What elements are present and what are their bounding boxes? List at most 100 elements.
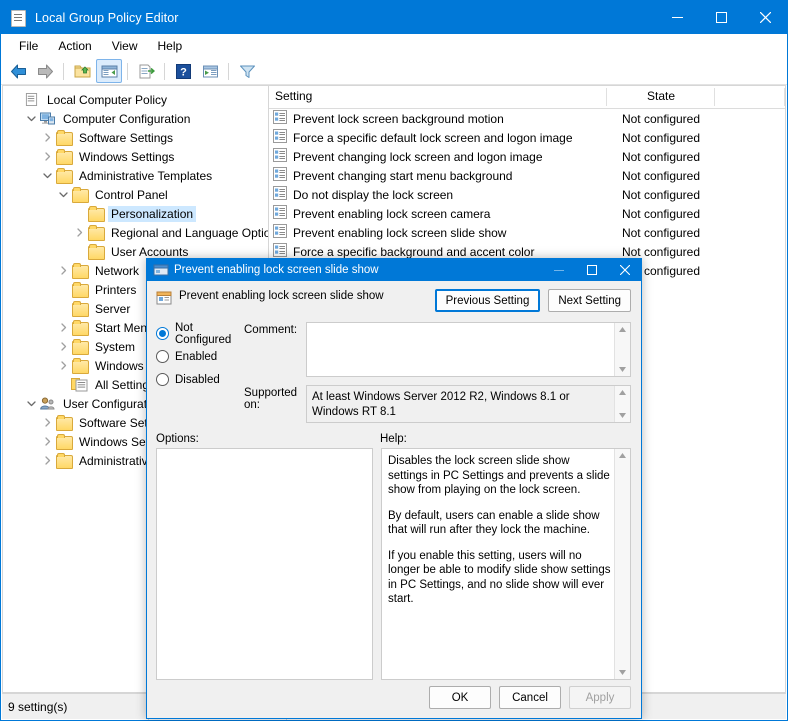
chevron-right-icon[interactable] [55,339,71,355]
settings-list-row[interactable]: Prevent lock screen background motionNot… [269,109,785,128]
setting-name-cell: Prevent changing lock screen and logon i… [269,148,607,165]
apply-button: Apply [569,686,631,709]
chevron-down-icon[interactable] [23,396,39,412]
column-header-comment[interactable] [715,86,785,108]
tree-spacer [55,377,71,393]
user-icon [39,396,56,412]
policy-setting-icon [156,290,172,306]
chevron-down-icon[interactable] [23,111,39,127]
radio-not-configured[interactable]: Not Configured [156,322,244,345]
chevron-right-icon[interactable] [39,149,55,165]
tree-item-software-settings[interactable]: Software Settings [7,128,268,147]
supported-on-label: Supported on: [244,385,306,411]
comment-label: Comment: [244,322,306,336]
setting-state-cell: Not configured [607,188,715,202]
menu-file[interactable]: File [9,36,48,56]
menu-action[interactable]: Action [48,36,101,56]
menu-view[interactable]: View [102,36,148,56]
chevron-right-icon[interactable] [55,320,71,336]
folder-icon [71,282,88,298]
ok-button[interactable]: OK [429,686,491,709]
toolbar-separator [164,63,165,80]
maximize-icon[interactable] [575,259,608,281]
help-panel[interactable]: Disables the lock screen slide show sett… [381,448,631,680]
setting-name-cell: Do not display the lock screen [269,186,607,203]
tree-spacer [7,92,23,108]
state-radio-group[interactable]: Not Configured Enabled Disabled [156,322,244,391]
comment-input[interactable] [306,322,631,377]
settings-list-row[interactable]: Prevent enabling lock screen slide showN… [269,223,785,242]
settings-list-row[interactable]: Prevent changing lock screen and logon i… [269,147,785,166]
close-icon[interactable] [743,1,787,34]
help-icon[interactable]: ? [170,59,196,83]
tree-item-local-computer-policy[interactable]: Local Computer Policy [7,90,268,109]
close-icon[interactable] [608,259,641,281]
settings-list-row[interactable]: Prevent changing start menu backgroundNo… [269,166,785,185]
scroll-up-icon[interactable] [615,323,630,336]
back-icon[interactable] [5,59,31,83]
minimize-icon[interactable] [542,259,575,281]
menu-help[interactable]: Help [148,36,193,56]
tree-item-windows-settings[interactable]: Windows Settings [7,147,268,166]
column-header-state[interactable]: State [607,86,715,108]
options-value [157,449,372,457]
minimize-icon[interactable] [655,1,699,34]
setting-name-cell: Prevent enabling lock screen slide show [269,224,607,241]
supported-scrollbar[interactable] [614,386,630,422]
comment-value [307,323,630,331]
tree-item-label: Windows Settings [76,149,177,165]
setting-name-cell: Prevent changing start menu background [269,167,607,184]
folder-icon [55,130,72,146]
scroll-up-icon[interactable] [615,386,630,399]
tree-item-regional-and-language-option[interactable]: Regional and Language Option [7,223,268,242]
folder-icon [55,149,72,165]
chevron-right-icon[interactable] [39,415,55,431]
tree-item-label: Administrative Templates [76,168,215,184]
chevron-right-icon[interactable] [55,358,71,374]
policy-setting-icon [273,205,293,222]
filter-icon[interactable] [234,59,260,83]
previous-setting-button[interactable]: Previous Setting [435,289,541,312]
panel-labels: Options: Help: [147,423,641,448]
maximize-icon[interactable] [699,1,743,34]
scroll-down-icon[interactable] [615,409,630,422]
chevron-down-icon[interactable] [55,187,71,203]
chevron-down-icon[interactable] [39,168,55,184]
properties-icon[interactable] [197,59,223,83]
settings-list-row[interactable]: Force a specific default lock screen and… [269,128,785,147]
settings-list-row[interactable]: Prevent enabling lock screen cameraNot c… [269,204,785,223]
settings-list-row[interactable]: Do not display the lock screenNot config… [269,185,785,204]
scroll-down-icon[interactable] [615,363,630,376]
next-setting-button[interactable]: Next Setting [548,289,631,312]
chevron-right-icon[interactable] [39,130,55,146]
up-folder-icon[interactable] [69,59,95,83]
chevron-right-icon[interactable] [39,434,55,450]
supported-on-box: At least Windows Server 2012 R2, Windows… [306,385,631,423]
tree-item-label: Local Computer Policy [44,92,170,108]
cancel-button[interactable]: Cancel [499,686,561,709]
window-controls [655,1,787,34]
options-panel[interactable] [156,448,373,680]
show-hide-tree-icon[interactable] [96,59,122,83]
tree-item-computer-configuration[interactable]: Computer Configuration [7,109,268,128]
help-scrollbar[interactable] [614,449,630,679]
column-header-setting[interactable]: Setting [269,86,607,108]
policy-scroll-icon [11,10,27,26]
radio-enabled[interactable]: Enabled [156,345,244,368]
chevron-right-icon[interactable] [39,453,55,469]
scroll-down-icon[interactable] [615,666,630,679]
comment-scrollbar[interactable] [614,323,630,376]
chevron-right-icon[interactable] [71,225,87,241]
export-list-icon[interactable] [133,59,159,83]
settings-list[interactable]: Prevent lock screen background motionNot… [269,109,785,280]
tree-item-label: Server [92,301,133,317]
forward-icon[interactable] [32,59,58,83]
scroll-up-icon[interactable] [615,449,630,462]
tree-item-control-panel[interactable]: Control Panel [7,185,268,204]
chevron-right-icon[interactable] [55,263,71,279]
tree-item-administrative-templates[interactable]: Administrative Templates [7,166,268,185]
tree-item-personalization[interactable]: Personalization [7,204,268,223]
dialog-panels: Disables the lock screen slide show sett… [147,448,641,680]
toolbar: ? [1,58,787,85]
radio-disabled[interactable]: Disabled [156,368,244,391]
